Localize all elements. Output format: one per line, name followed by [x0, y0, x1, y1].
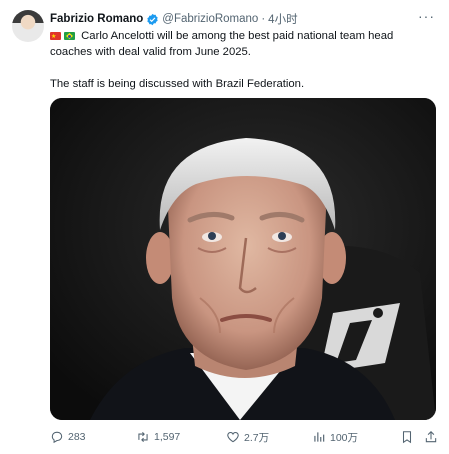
post-time[interactable]: 4小时 — [268, 11, 297, 27]
tweet-line-2: coaches with deal valid from June 2025. — [50, 46, 251, 58]
separator-dot: · — [261, 13, 266, 25]
share-icon — [425, 431, 437, 443]
views-count: 100万 — [330, 431, 359, 444]
like-icon — [227, 432, 239, 443]
tweet-text: Carlo Ancelotti will be among the best p… — [50, 28, 430, 92]
retweet-count: 1,597 — [154, 431, 181, 443]
views-icon — [314, 432, 325, 442]
bookmark-icon — [402, 431, 412, 444]
tweet-actions: 283 1,597 2.7万 100万 — [50, 429, 438, 445]
reply-count: 283 — [68, 431, 86, 443]
author-handle[interactable]: @FabrizioRomano — [162, 13, 258, 25]
bookmark-button[interactable] — [400, 429, 414, 445]
tweet-line-1: Carlo Ancelotti will be among the best p… — [81, 30, 394, 42]
tweet-photo[interactable] — [50, 98, 436, 420]
more-options-icon[interactable]: ··· — [418, 8, 435, 24]
avatar[interactable] — [12, 10, 44, 42]
tweet-card[interactable]: Fabrizio Romano @FabrizioRomano · 4小时 ··… — [0, 0, 449, 454]
photo-portrait-image — [50, 98, 436, 420]
tweet-header: Fabrizio Romano @FabrizioRomano · 4小时 — [50, 10, 298, 28]
reply-icon — [51, 431, 63, 444]
like-count: 2.7万 — [244, 431, 270, 444]
share-button[interactable] — [424, 429, 438, 445]
views-button[interactable]: 100万 — [312, 429, 358, 445]
author-name[interactable]: Fabrizio Romano — [50, 13, 143, 25]
retweet-button[interactable]: 1,597 — [136, 429, 180, 445]
tweet-line-3: The staff is being discussed with Brazil… — [50, 78, 305, 90]
brazil-flag-icon — [64, 32, 75, 40]
reply-button[interactable]: 283 — [50, 429, 86, 445]
like-button[interactable]: 2.7万 — [226, 429, 269, 445]
retweet-icon — [138, 431, 148, 443]
china-flag-icon — [50, 29, 61, 45]
verified-badge-icon — [147, 13, 158, 25]
